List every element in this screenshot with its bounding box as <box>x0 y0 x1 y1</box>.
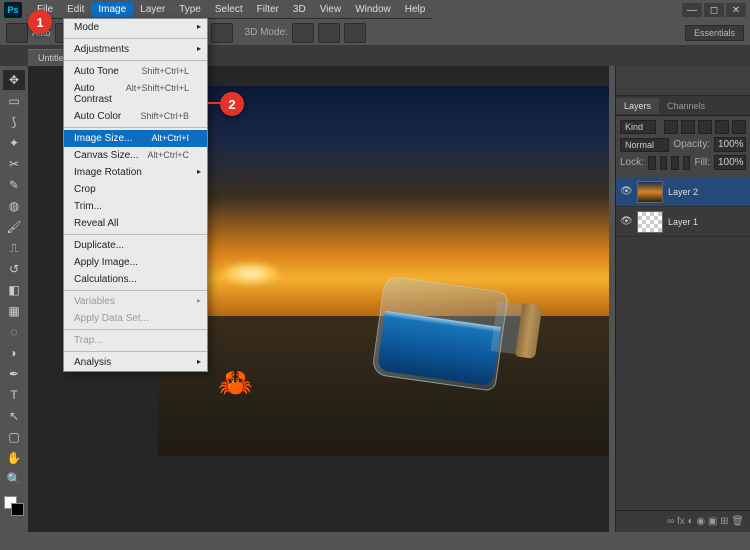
option-icon[interactable] <box>318 23 340 43</box>
menubar: FileEditImageLayerTypeSelectFilter3DView… <box>28 1 432 19</box>
layer-list: 👁 Layer 2 👁 Layer 1 <box>616 177 750 510</box>
blend-mode-select[interactable]: Normal <box>620 138 669 152</box>
option-icon[interactable] <box>292 23 314 43</box>
menu-item-duplicate-[interactable]: Duplicate... <box>64 237 207 254</box>
menu-item-trap-: Trap... <box>64 332 207 349</box>
option-icon[interactable] <box>344 23 366 43</box>
blur-tool-icon[interactable]: ◌ <box>3 322 25 342</box>
type-tool-icon[interactable]: T <box>3 385 25 405</box>
layer-row[interactable]: 👁 Layer 2 <box>616 177 750 207</box>
shape-tool-icon[interactable]: ▢ <box>3 427 25 447</box>
menu-item-auto-tone[interactable]: Auto ToneShift+Ctrl+L <box>64 63 207 80</box>
menu-select[interactable]: Select <box>208 2 250 17</box>
menu-window[interactable]: Window <box>348 2 398 17</box>
fill-label: Fill: <box>694 157 710 168</box>
stamp-tool-icon[interactable]: ⎍ <box>3 238 25 258</box>
menu-item-mode[interactable]: Mode <box>64 19 207 36</box>
layer-name: Layer 1 <box>668 217 698 227</box>
healing-tool-icon[interactable]: ◍ <box>3 196 25 216</box>
menu-help[interactable]: Help <box>398 2 433 17</box>
menu-layer[interactable]: Layer <box>133 2 172 17</box>
eyedropper-tool-icon[interactable]: ✎ <box>3 175 25 195</box>
pen-tool-icon[interactable]: ✒ <box>3 364 25 384</box>
callout-2: 2 <box>220 92 244 116</box>
filter-icon[interactable] <box>698 120 712 134</box>
lock-icon[interactable] <box>683 156 691 170</box>
tab-layers[interactable]: Layers <box>616 98 659 114</box>
tools-panel: ✥ ▭ ⟆ ✦ ✂ ✎ ◍ 🖌 ⎍ ↺ ◧ ▦ ◌ ◗ ✒ T ↖ ▢ ✋ 🔍 <box>0 66 28 532</box>
history-brush-icon[interactable]: ↺ <box>3 259 25 279</box>
visibility-icon[interactable]: 👁 <box>620 186 632 198</box>
marquee-tool-icon[interactable]: ▭ <box>3 91 25 111</box>
menu-item-apply-image-[interactable]: Apply Image... <box>64 254 207 271</box>
menu-3d[interactable]: 3D <box>286 2 313 17</box>
menu-item-adjustments[interactable]: Adjustments <box>64 41 207 58</box>
menu-item-image-rotation[interactable]: Image Rotation <box>64 164 207 181</box>
layer-name: Layer 2 <box>668 187 698 197</box>
menu-item-canvas-size-[interactable]: Canvas Size...Alt+Ctrl+C <box>64 147 207 164</box>
menu-item-reveal-all[interactable]: Reveal All <box>64 215 207 232</box>
tab-channels[interactable]: Channels <box>659 98 713 114</box>
crop-tool-icon[interactable]: ✂ <box>3 154 25 174</box>
minimize-button[interactable]: — <box>682 3 702 17</box>
menu-item-trim-[interactable]: Trim... <box>64 198 207 215</box>
layer-filter-select[interactable]: Kind <box>620 120 656 134</box>
visibility-icon[interactable]: 👁 <box>620 216 632 228</box>
option-icon[interactable] <box>211 23 233 43</box>
opacity-label: Opacity: <box>673 139 710 150</box>
layer-thumbnail <box>637 211 663 233</box>
filter-icon[interactable] <box>664 120 678 134</box>
path-tool-icon[interactable]: ↖ <box>3 406 25 426</box>
menu-view[interactable]: View <box>313 2 349 17</box>
menu-item-auto-color[interactable]: Auto ColorShift+Ctrl+B <box>64 108 207 125</box>
zoom-tool-icon[interactable]: 🔍 <box>3 469 25 489</box>
layer-footer: ∞ fx ◐ ◉ ▣ ⊞ 🗑 <box>616 510 750 532</box>
move-tool-icon[interactable]: ✥ <box>3 70 25 90</box>
collapsed-panel[interactable] <box>616 66 750 96</box>
right-panels: Layers Channels Kind Normal Opacity: 100… <box>615 66 750 532</box>
app-logo: Ps <box>4 2 22 18</box>
eraser-tool-icon[interactable]: ◧ <box>3 280 25 300</box>
maximize-button[interactable]: ◻ <box>704 3 724 17</box>
layer-row[interactable]: 👁 Layer 1 <box>616 207 750 237</box>
callout-1: 1 <box>28 10 52 34</box>
opacity-value[interactable]: 100% <box>714 137 746 152</box>
menu-type[interactable]: Type <box>172 2 208 17</box>
close-button[interactable]: ✕ <box>726 3 746 17</box>
menu-item-auto-contrast[interactable]: Auto ContrastAlt+Shift+Ctrl+L <box>64 80 207 108</box>
lock-icon[interactable] <box>660 156 668 170</box>
image-menu-dropdown: ModeAdjustmentsAuto ToneShift+Ctrl+LAuto… <box>63 18 208 372</box>
color-swatches[interactable] <box>4 496 24 516</box>
lock-label: Lock: <box>620 157 644 168</box>
menu-item-image-size-[interactable]: Image Size...Alt+Ctrl+I <box>64 130 207 147</box>
wand-tool-icon[interactable]: ✦ <box>3 133 25 153</box>
menu-item-analysis[interactable]: Analysis <box>64 354 207 371</box>
menu-edit[interactable]: Edit <box>60 2 91 17</box>
lasso-tool-icon[interactable]: ⟆ <box>3 112 25 132</box>
workspace-switcher[interactable]: Essentials <box>685 25 744 41</box>
layer-thumbnail <box>637 181 663 203</box>
filter-icon[interactable] <box>715 120 729 134</box>
filter-icon[interactable] <box>681 120 695 134</box>
menu-item-variables: Variables <box>64 293 207 310</box>
3d-mode-label: 3D Mode: <box>245 27 288 38</box>
lock-icon[interactable] <box>671 156 679 170</box>
brush-tool-icon[interactable]: 🖌 <box>3 217 25 237</box>
menu-filter[interactable]: Filter <box>250 2 286 17</box>
menu-item-calculations-[interactable]: Calculations... <box>64 271 207 288</box>
lock-icon[interactable] <box>648 156 656 170</box>
tool-preset-icon[interactable] <box>6 23 28 43</box>
menu-image[interactable]: Image <box>91 2 133 17</box>
artwork-image: 🦀 <box>158 86 609 456</box>
filter-icon[interactable] <box>732 120 746 134</box>
menu-item-apply-data-set-: Apply Data Set... <box>64 310 207 327</box>
hand-tool-icon[interactable]: ✋ <box>3 448 25 468</box>
gradient-tool-icon[interactable]: ▦ <box>3 301 25 321</box>
fill-value[interactable]: 100% <box>714 155 746 170</box>
layer-footer-icons[interactable]: ∞ fx ◐ ◉ ▣ ⊞ 🗑 <box>667 516 744 527</box>
menu-item-crop[interactable]: Crop <box>64 181 207 198</box>
dodge-tool-icon[interactable]: ◗ <box>3 343 25 363</box>
